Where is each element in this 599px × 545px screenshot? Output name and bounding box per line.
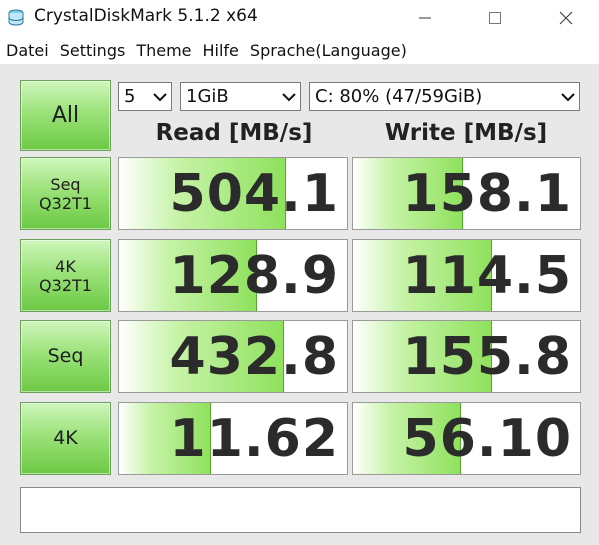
chevron-down-icon (282, 93, 296, 102)
test-label: 4K Q32T1 (39, 257, 92, 295)
title-bar: CrystalDiskMark 5.1.2 x64 (0, 0, 599, 36)
test-size-select[interactable]: 1GiB (180, 82, 301, 111)
app-icon (8, 9, 24, 26)
maximize-button[interactable] (472, 0, 518, 36)
read-value: 432.8 (169, 326, 339, 387)
window-title: CrystalDiskMark 5.1.2 x64 (34, 6, 258, 26)
write-result-cell: 114.5 (352, 239, 581, 312)
test-label-line2: Q32T1 (39, 193, 92, 213)
test-label-line1: 4K (53, 427, 78, 449)
menu-datei[interactable]: Datei (6, 41, 49, 60)
close-icon (559, 11, 573, 25)
write-column-header: Write [MB/s] (384, 120, 548, 146)
read-result-cell: 432.8 (118, 320, 348, 393)
test-count-select[interactable]: 5 (118, 82, 172, 111)
read-value: 128.9 (169, 245, 339, 306)
maximize-icon (489, 12, 501, 24)
close-button[interactable] (543, 0, 589, 36)
drive-select[interactable]: C: 80% (47/59GiB) (309, 82, 580, 111)
test-label: Seq Q32T1 (39, 175, 92, 213)
menu-language[interactable]: Sprache(Language) (250, 41, 407, 60)
test-size-value: 1GiB (186, 86, 229, 107)
minimize-button[interactable] (402, 0, 448, 36)
test-label-line2: Q32T1 (39, 275, 92, 295)
menu-theme[interactable]: Theme (136, 41, 191, 60)
run-all-button[interactable]: All (20, 80, 111, 151)
write-value: 114.5 (402, 245, 572, 306)
test-label-line1: Seq (47, 345, 84, 367)
read-value: 11.62 (169, 408, 339, 469)
write-result-cell: 158.1 (352, 157, 581, 230)
test-label-line1: Seq (50, 174, 81, 194)
run-4k-button[interactable]: 4K (20, 402, 111, 475)
menu-bar: Datei Settings Theme Hilfe Sprache(Langu… (0, 36, 599, 64)
write-value: 155.8 (402, 326, 572, 387)
write-result-cell: 155.8 (352, 320, 581, 393)
write-value: 158.1 (402, 163, 572, 224)
chevron-down-icon (561, 93, 575, 102)
run-4k-q32t1-button[interactable]: 4K Q32T1 (20, 239, 111, 312)
run-seq-button[interactable]: Seq (20, 320, 111, 393)
menu-hilfe[interactable]: Hilfe (203, 41, 239, 60)
menu-settings[interactable]: Settings (60, 41, 126, 60)
read-result-cell: 128.9 (118, 239, 348, 312)
run-seq-q32t1-button[interactable]: Seq Q32T1 (20, 157, 111, 230)
test-count-value: 5 (124, 86, 136, 107)
read-column-header: Read [MB/s] (155, 120, 313, 146)
chevron-down-icon (153, 93, 167, 102)
minimize-icon (419, 17, 431, 19)
run-all-label: All (51, 103, 80, 128)
read-result-cell: 11.62 (118, 402, 348, 475)
write-value: 56.10 (402, 408, 572, 469)
comment-field[interactable] (20, 487, 581, 533)
test-label-line1: 4K (55, 256, 76, 276)
write-result-cell: 56.10 (352, 402, 581, 475)
read-value: 504.1 (169, 163, 339, 224)
drive-value: C: 80% (47/59GiB) (315, 86, 483, 107)
read-result-cell: 504.1 (118, 157, 348, 230)
